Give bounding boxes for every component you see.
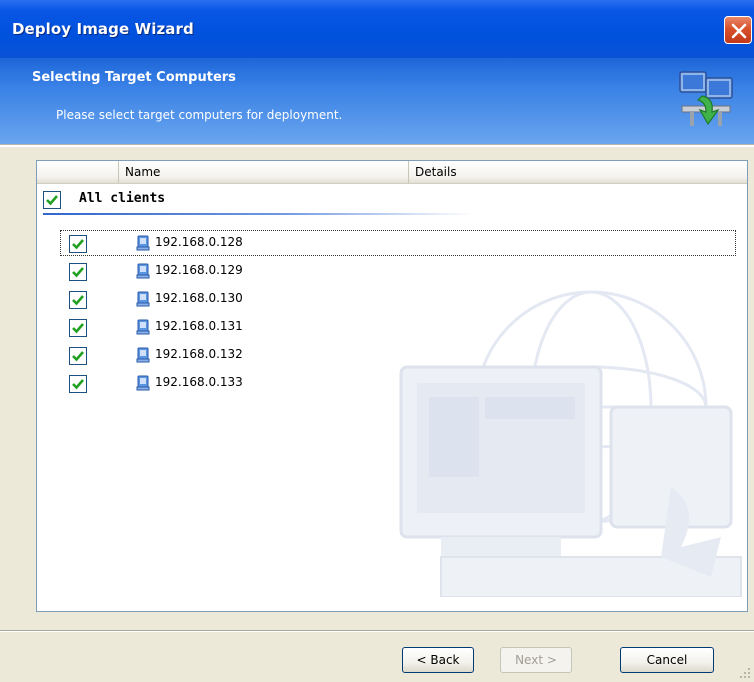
title-bar[interactable]: Deploy Image Wizard: [0, 0, 754, 58]
next-button[interactable]: Next >: [500, 647, 572, 673]
computer-icon: [136, 291, 150, 307]
column-name[interactable]: Name: [119, 161, 409, 183]
step-title: Selecting Target Computers: [32, 70, 236, 85]
wizard-window: Deploy Image Wizard Selecting Target Com…: [0, 0, 754, 682]
column-details-label: Details: [415, 165, 457, 179]
list-item[interactable]: 192.168.0.129: [37, 257, 747, 285]
checkbox-checked-icon[interactable]: [69, 347, 87, 365]
checkbox-checked-icon[interactable]: [69, 263, 87, 281]
list-item[interactable]: 192.168.0.130: [37, 285, 747, 313]
item-ip-label: 192.168.0.130: [155, 291, 243, 305]
footer-separator: [0, 630, 754, 632]
group-label: All clients: [79, 191, 166, 206]
list-item[interactable]: 192.168.0.131: [37, 313, 747, 341]
checkbox-checked-icon[interactable]: [43, 191, 61, 209]
computer-icon: [136, 347, 150, 363]
checkbox-checked-icon[interactable]: [69, 375, 87, 393]
close-icon: [731, 23, 747, 39]
step-subtitle: Please select target computers for deplo…: [56, 108, 343, 122]
group-all-clients[interactable]: All clients: [37, 183, 747, 213]
computer-icon: [136, 235, 150, 251]
list-item[interactable]: 192.168.0.132: [37, 341, 747, 369]
item-ip-label: 192.168.0.133: [155, 375, 243, 389]
computer-icon: [136, 319, 150, 335]
back-button[interactable]: < Back: [402, 647, 474, 673]
window-title: Deploy Image Wizard: [12, 20, 194, 38]
item-ip-label: 192.168.0.131: [155, 319, 243, 333]
computer-icon: [136, 263, 150, 279]
close-button[interactable]: [724, 16, 752, 44]
checkbox-checked-icon[interactable]: [69, 319, 87, 337]
checkbox-checked-icon[interactable]: [69, 291, 87, 309]
list-item[interactable]: 192.168.0.133: [37, 369, 747, 397]
column-details[interactable]: Details: [409, 161, 747, 183]
checkbox-checked-icon[interactable]: [69, 235, 87, 253]
column-header: Name Details: [37, 161, 747, 184]
target-computer-list[interactable]: Name Details All clients 192.168.0.128 1…: [36, 160, 748, 612]
cancel-button[interactable]: Cancel: [620, 647, 714, 673]
column-name-label: Name: [125, 165, 161, 179]
wizard-header: Selecting Target Computers Please select…: [0, 58, 754, 144]
item-ip-label: 192.168.0.128: [155, 235, 243, 249]
item-ip-label: 192.168.0.129: [155, 263, 243, 277]
header-separator: [0, 144, 754, 147]
list-item[interactable]: 192.168.0.128: [59, 229, 737, 257]
computer-icon: [136, 375, 150, 391]
network-computers-icon: [679, 71, 733, 126]
group-divider: [43, 213, 473, 215]
column-select[interactable]: [37, 161, 119, 183]
item-ip-label: 192.168.0.132: [155, 347, 243, 361]
resize-grip-icon[interactable]: [738, 666, 752, 680]
